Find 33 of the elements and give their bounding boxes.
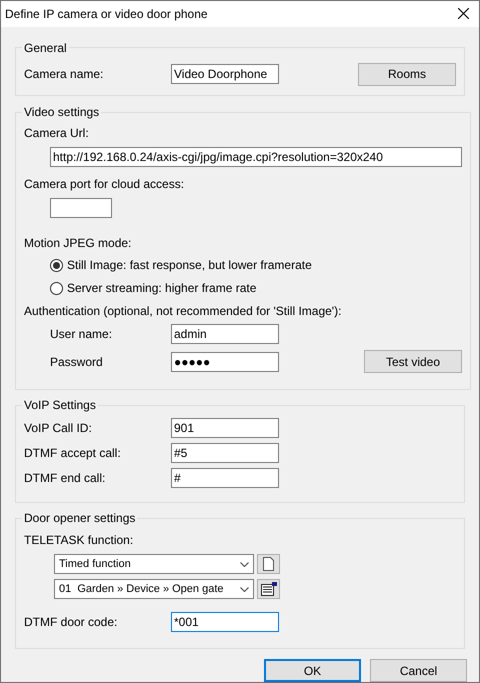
field-label: User name: <box>50 326 114 344</box>
field-label: TELETASK function: <box>24 532 134 549</box>
group-title: VoIP Settings <box>23 397 97 414</box>
group-title: General <box>23 40 68 57</box>
field-label: Camera port for cloud access: <box>24 176 186 194</box>
text-field[interactable]: http://192.168.0.24/axis-cgi/jpg/image.cpi?resolution=320x240 <box>50 147 462 168</box>
field-label: Authentication (optional, not recommended for 'Still Image'): <box>24 303 342 320</box>
dialog-button[interactable]: Cancel <box>370 659 467 682</box>
dialog-button[interactable]: Test video <box>364 350 462 374</box>
text-field[interactable]: #5 <box>171 443 279 464</box>
radio-option[interactable]: Still Image: fast response, but lower framerate <box>50 256 462 274</box>
field-label: VoIP Call ID: <box>24 420 93 438</box>
group-title: Door opener settings <box>23 510 136 527</box>
dropdown[interactable]: 01 Garden » Device » Open gate <box>54 579 254 599</box>
field-label: Camera name: <box>24 66 104 84</box>
text-field[interactable]: # <box>171 468 279 488</box>
field-label: Password <box>50 354 104 371</box>
text-field[interactable]: ●●●●● <box>171 352 279 372</box>
radio-option[interactable]: Server streaming: higher frame rate <box>50 279 462 298</box>
field-label: DTMF accept call: <box>24 445 122 462</box>
field-label: Motion JPEG mode: <box>24 235 132 252</box>
dropdown[interactable]: Timed function <box>54 554 254 574</box>
text-field[interactable]: Video Doorphone <box>171 64 279 84</box>
window-title: Define IP camera or video door phone <box>5 6 208 23</box>
field-label: DTMF end call: <box>24 470 106 488</box>
group-title: Video settings <box>23 104 100 122</box>
dialog-button[interactable]: OK <box>264 659 361 682</box>
dialog-button[interactable]: Rooms <box>358 62 456 86</box>
field-label: Camera Url: <box>24 125 90 142</box>
text-field[interactable]: *001 <box>171 612 279 632</box>
text-field[interactable]: admin <box>171 324 279 344</box>
text-field[interactable]: 901 <box>171 418 279 438</box>
field-label: DTMF door code: <box>24 614 118 631</box>
